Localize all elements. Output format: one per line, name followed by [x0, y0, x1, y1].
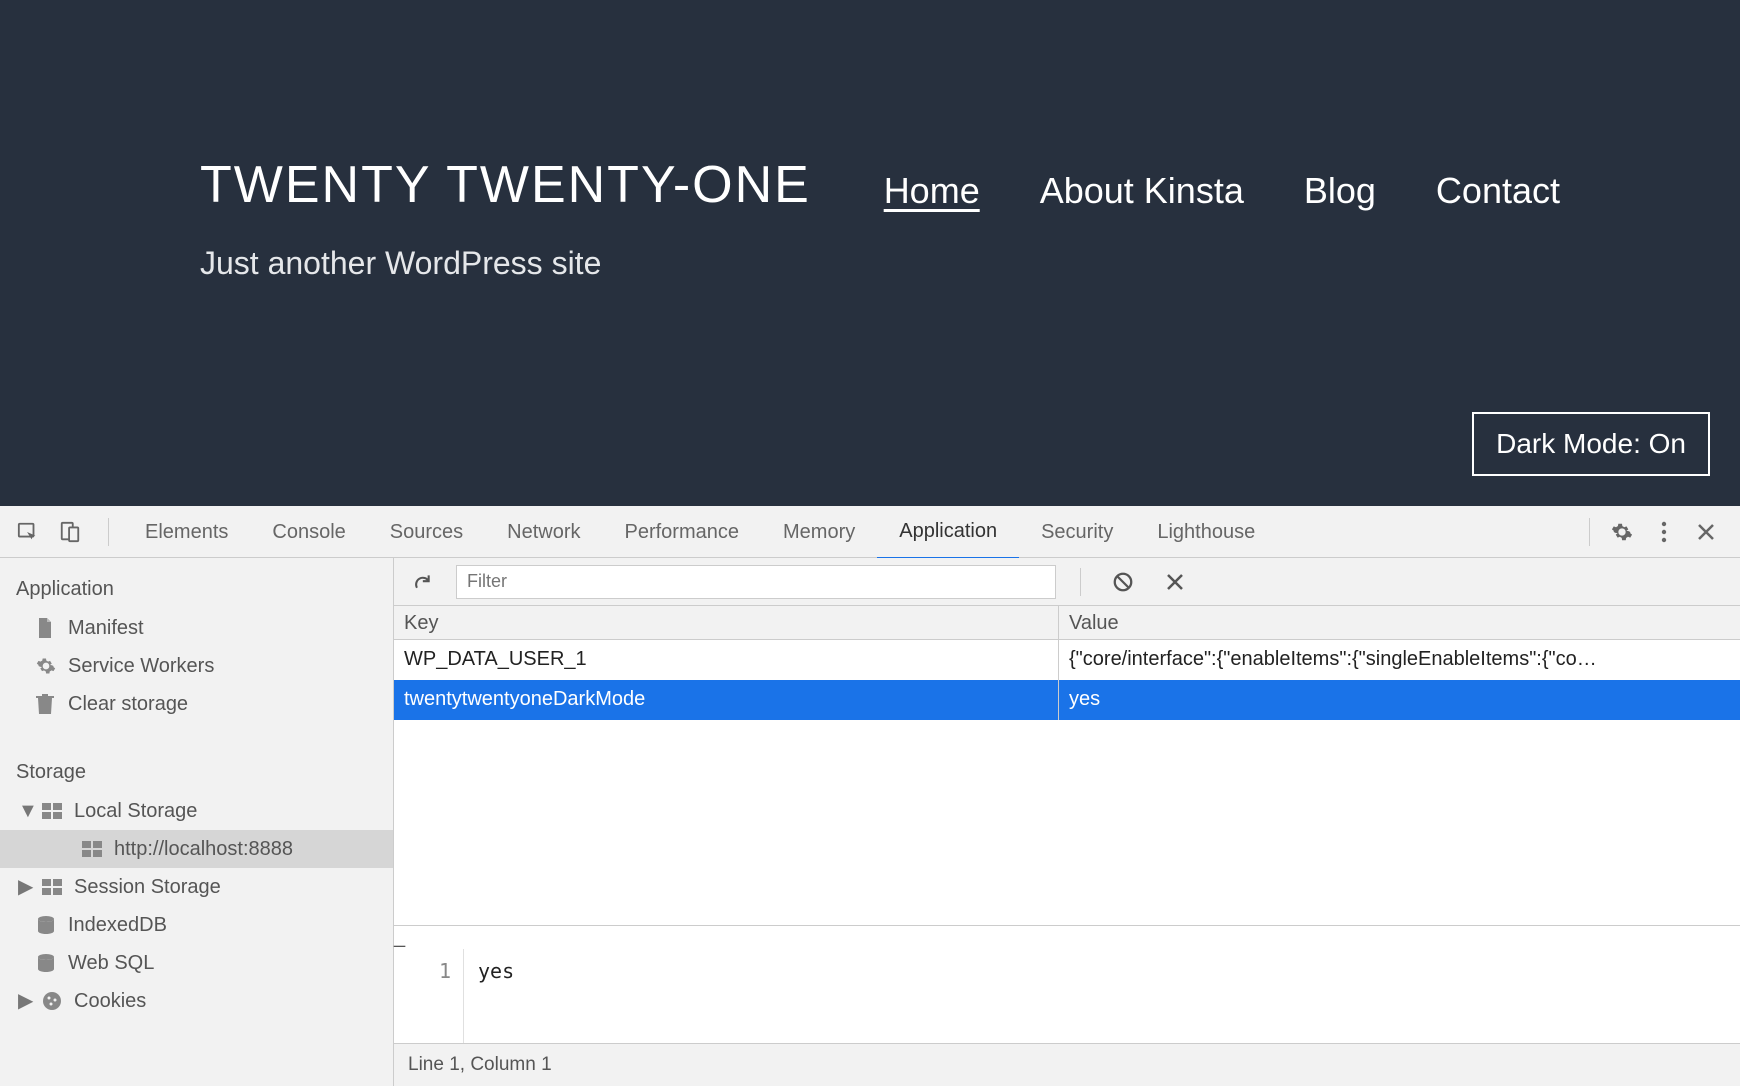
nav-home[interactable]: Home [884, 170, 980, 212]
sidebar-item-label: Session Storage [74, 874, 221, 900]
value-preview-pane: 1 yes [394, 949, 1740, 1044]
column-key[interactable]: Key [394, 606, 1059, 639]
sidebar-item-local-storage[interactable]: ▼ Local Storage [0, 792, 393, 830]
devtools-panel: Elements Console Sources Network Perform… [0, 506, 1740, 1086]
chevron-right-icon: ▶ [18, 988, 32, 1014]
status-bar: Line 1, Column 1 [394, 1044, 1740, 1086]
database-icon [36, 915, 58, 935]
dark-mode-toggle[interactable]: Dark Mode: On [1472, 412, 1710, 476]
sidebar-item-label: IndexedDB [68, 912, 167, 938]
device-toggle-icon[interactable] [52, 514, 88, 550]
divider [1080, 568, 1081, 596]
tab-performance[interactable]: Performance [603, 506, 762, 558]
sidebar-item-websql[interactable]: Web SQL [0, 944, 393, 982]
sidebar-item-label: Local Storage [74, 798, 197, 824]
chevron-right-icon: ▶ [18, 874, 32, 900]
cookie-icon [42, 991, 64, 1011]
sidebar-item-manifest[interactable]: Manifest [0, 609, 393, 647]
tab-console[interactable]: Console [250, 506, 367, 558]
storage-toolbar [394, 558, 1740, 606]
refresh-icon[interactable] [404, 564, 440, 600]
divider [108, 518, 109, 546]
site-page: TWENTY TWENTY-ONE Just another WordPress… [0, 0, 1740, 506]
storage-table-header: Key Value [394, 606, 1740, 640]
column-value[interactable]: Value [1059, 606, 1740, 639]
devtools-tab-bar: Elements Console Sources Network Perform… [0, 506, 1740, 558]
sidebar-section-storage: Storage [0, 753, 393, 792]
sidebar-item-clear-storage[interactable]: Clear storage [0, 685, 393, 723]
cell-key: twentytwentyoneDarkMode [394, 680, 1059, 720]
trash-icon [36, 694, 58, 714]
tab-sources[interactable]: Sources [368, 506, 485, 558]
close-devtools-icon[interactable] [1688, 514, 1724, 550]
kebab-menu-icon[interactable] [1646, 514, 1682, 550]
database-icon [36, 953, 58, 973]
sidebar-item-label: Manifest [68, 615, 144, 641]
sidebar-item-label: Service Workers [68, 653, 214, 679]
site-nav: Home About Kinsta Blog Contact [884, 170, 1560, 212]
storage-icon [82, 841, 104, 857]
nav-blog[interactable]: Blog [1304, 170, 1376, 212]
storage-icon [42, 879, 64, 895]
sidebar-item-service-workers[interactable]: Service Workers [0, 647, 393, 685]
application-sidebar: Application Manifest Service Workers Cle… [0, 558, 394, 1086]
cell-value: {"core/interface":{"enableItems":{"singl… [1059, 640, 1740, 680]
tab-application[interactable]: Application [877, 505, 1019, 560]
gear-icon [36, 656, 58, 676]
sidebar-section-application: Application [0, 570, 393, 609]
cell-value: yes [1059, 680, 1740, 720]
tab-elements[interactable]: Elements [123, 506, 250, 558]
sidebar-item-label: Web SQL [68, 950, 154, 976]
file-icon [36, 618, 58, 638]
tab-lighthouse[interactable]: Lighthouse [1135, 506, 1277, 558]
sidebar-item-label: Clear storage [68, 691, 188, 717]
table-row[interactable]: WP_DATA_USER_1 {"core/interface":{"enabl… [394, 640, 1740, 680]
inspect-icon[interactable] [10, 514, 46, 550]
storage-content: Key Value WP_DATA_USER_1 {"core/interfac… [394, 558, 1740, 1086]
nav-about[interactable]: About Kinsta [1040, 170, 1244, 212]
clear-all-icon[interactable] [1105, 564, 1141, 600]
site-tagline: Just another WordPress site [200, 245, 1740, 282]
sidebar-item-label: http://localhost:8888 [114, 836, 293, 862]
delete-selected-icon[interactable] [1157, 564, 1193, 600]
cell-key: WP_DATA_USER_1 [394, 640, 1059, 680]
table-row[interactable]: twentytwentyoneDarkMode yes [394, 680, 1740, 720]
line-number: 1 [394, 949, 464, 1043]
storage-icon [42, 803, 64, 819]
sidebar-item-cookies[interactable]: ▶ Cookies [0, 982, 393, 1020]
divider [1589, 518, 1590, 546]
chevron-down-icon: ▼ [18, 798, 32, 824]
tab-memory[interactable]: Memory [761, 506, 877, 558]
storage-table: Key Value WP_DATA_USER_1 {"core/interfac… [394, 606, 1740, 926]
settings-icon[interactable] [1604, 514, 1640, 550]
tab-security[interactable]: Security [1019, 506, 1135, 558]
sidebar-item-local-storage-origin[interactable]: http://localhost:8888 [0, 830, 393, 868]
tab-network[interactable]: Network [485, 506, 602, 558]
filter-input[interactable] [456, 565, 1056, 599]
value-preview-text[interactable]: yes [464, 949, 514, 1043]
sidebar-item-session-storage[interactable]: ▶ Session Storage [0, 868, 393, 906]
nav-contact[interactable]: Contact [1436, 170, 1560, 212]
sidebar-item-indexeddb[interactable]: IndexedDB [0, 906, 393, 944]
sidebar-item-label: Cookies [74, 988, 146, 1014]
